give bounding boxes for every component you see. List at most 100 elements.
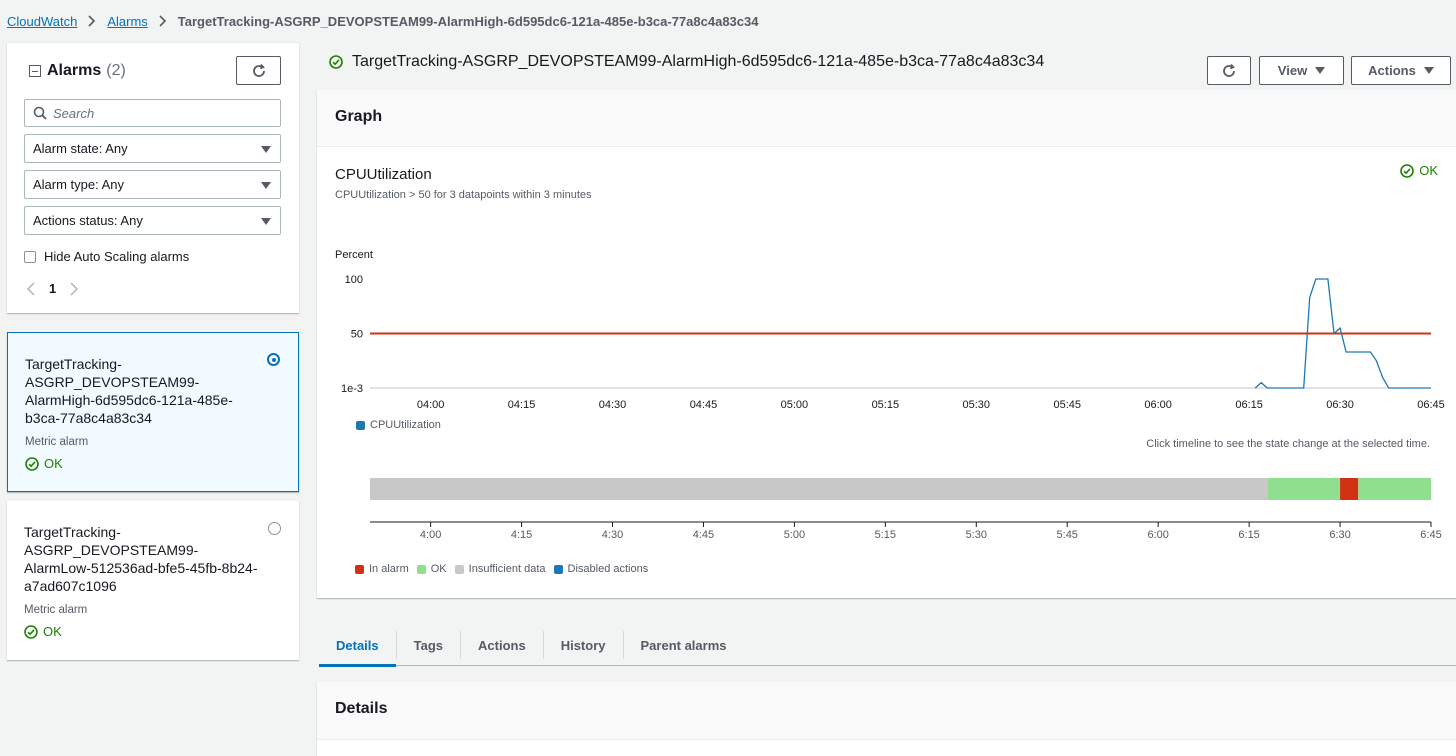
timeline-segment [1340,478,1359,500]
y-tick-label: 1e-3 [341,383,363,395]
hide-autoscaling-checkbox[interactable] [24,250,36,263]
chevron-right-icon[interactable] [70,281,79,296]
alarm-select-radio[interactable] [267,353,280,366]
alarms-filter-panel: Alarms (2) Alarm state: Any Alarm type: … [7,42,299,313]
alarm-card[interactable]: TargetTracking-ASGRP_DEVOPSTEAM99-AlarmL… [7,501,299,660]
timeline-hint: Click timeline to see the state change a… [1146,438,1430,450]
timeline-tick-label: 4:30 [602,529,623,541]
search-field[interactable] [24,99,281,127]
legend-swatch-ok [416,564,426,574]
timeline-tick-label: 5:45 [1057,529,1078,541]
x-tick-label: 06:30 [1326,399,1354,411]
y-tick-label: 50 [351,329,363,341]
alarm-type-select-value: Alarm type: Any [33,177,125,192]
legend-swatch [356,420,365,430]
detail-title: TargetTracking-ASGRP_DEVOPSTEAM99-AlarmH… [329,53,1044,71]
caret-down-icon [261,146,271,153]
legend-swatch-insufficient [454,564,464,574]
metric-chart[interactable]: 100 50 1e-3 04:00 04:15 04:30 04:45 05:00 05:15 0… [317,90,1456,598]
caret-down-icon [261,182,271,189]
breadcrumb-cloudwatch-link[interactable]: CloudWatch [7,14,77,29]
legend-swatch-in-alarm [355,564,364,574]
breadcrumb-current: TargetTracking-ASGRP_DEVOPSTEAM99-AlarmH… [177,13,759,29]
alarm-state-select-value: Alarm state: Any [33,141,128,156]
timeline-tick-label: 6:00 [1147,529,1168,541]
alarms-count: (2) [106,62,126,79]
view-dropdown-button[interactable]: View [1259,56,1344,85]
x-tick-label: 04:15 [508,399,536,411]
x-tick-label: 06:00 [1144,399,1172,411]
caret-down-icon [261,218,271,225]
caret-down-icon [1315,67,1326,74]
alarm-state-label: OK [44,456,63,471]
x-tick-label: 05:00 [781,399,809,411]
chevron-right-icon [159,15,167,27]
x-tick-label: 05:45 [1053,399,1081,411]
view-button-label: View [1277,63,1308,78]
breadcrumb-alarms-link[interactable]: Alarms [107,14,147,29]
chevron-right-icon [88,15,96,27]
alarm-state-select[interactable]: Alarm state: Any [24,134,281,163]
refresh-button[interactable] [1207,56,1251,85]
timeline-tick-label: 5:15 [875,529,896,541]
tab-details[interactable]: Details [319,624,396,667]
x-tick-label: 04:30 [599,399,627,411]
check-circle-icon [329,55,343,69]
chart-legend[interactable]: CPUUtilization [356,419,441,431]
hide-autoscaling-label: Hide Auto Scaling alarms [44,249,190,264]
tab-tags[interactable]: Tags [397,624,460,666]
breadcrumb: CloudWatch Alarms TargetTracking-ASGRP_D… [7,12,758,30]
x-tick-label: 04:45 [690,399,718,411]
y-tick-label: 100 [345,274,363,286]
pagination: 1 [27,281,79,296]
legend-ok-label: OK [430,563,447,575]
x-tick-label: 04:00 [417,399,445,411]
timeline-segment [1358,478,1431,500]
x-tick-label: 06:15 [1235,399,1263,411]
check-circle-icon [24,624,38,639]
alarm-name: TargetTracking-ASGRP_DEVOPSTEAM99-AlarmL… [24,524,258,594]
timeline-tick-label: 6:30 [1329,529,1350,541]
tab-parent-alarms[interactable]: Parent alarms [624,624,744,666]
legend-swatch-disabled [553,564,563,574]
chevron-left-icon[interactable] [27,281,35,296]
tab-history[interactable]: History [544,624,623,666]
legend-insufficient-label: Insufficient data [468,563,546,575]
x-tick-label: 05:30 [963,399,991,411]
legend-series-label: CPUUtilization [370,419,441,431]
refresh-icon [1223,63,1235,77]
check-circle-icon [25,456,39,471]
alarm-type: Metric alarm [25,436,89,448]
page-number[interactable]: 1 [49,281,56,296]
tab-actions[interactable]: Actions [461,624,543,666]
hide-autoscaling-row: Hide Auto Scaling alarms [24,249,189,264]
alarm-state: OK [24,624,62,639]
detail-tabs: Details Tags Actions History Parent alar… [319,624,1456,667]
actions-dropdown-button[interactable]: Actions [1351,56,1451,85]
timeline-tick-label: 4:15 [511,529,532,541]
actions-status-select[interactable]: Actions status: Any [24,206,281,235]
actions-button-label: Actions [1368,63,1416,78]
legend-disabled-label: Disabled actions [567,563,649,575]
timeline-tick-label: 5:00 [784,529,805,541]
alarm-type-select[interactable]: Alarm type: Any [24,170,281,199]
sidebar-refresh-button[interactable] [236,56,281,85]
timeline-tick-label: 6:15 [1238,529,1259,541]
alarm-select-radio[interactable] [268,522,281,535]
alarm-name: TargetTracking-ASGRP_DEVOPSTEAM99-AlarmH… [25,356,233,426]
collapse-icon[interactable] [29,65,41,77]
graph-panel: Graph CPUUtilization CPUUtilization > 50… [317,90,1456,598]
refresh-icon [252,63,265,77]
timeline-segment [370,478,1268,500]
alarm-type: Metric alarm [24,604,88,616]
timeline-tick-label: 4:00 [420,529,441,541]
actions-status-select-value: Actions status: Any [33,213,143,228]
alarm-state: OK [25,456,63,471]
timeline-segment [1267,478,1341,500]
details-title: Details [317,682,1456,740]
alarms-panel-title[interactable]: Alarms (2) [29,62,126,80]
search-input[interactable] [53,105,273,121]
alarm-card[interactable]: TargetTracking-ASGRP_DEVOPSTEAM99-AlarmH… [7,332,299,492]
alarm-state-label: OK [43,624,62,639]
timeline-legend: In alarm OK Insufficient data Disabled a… [355,563,648,575]
